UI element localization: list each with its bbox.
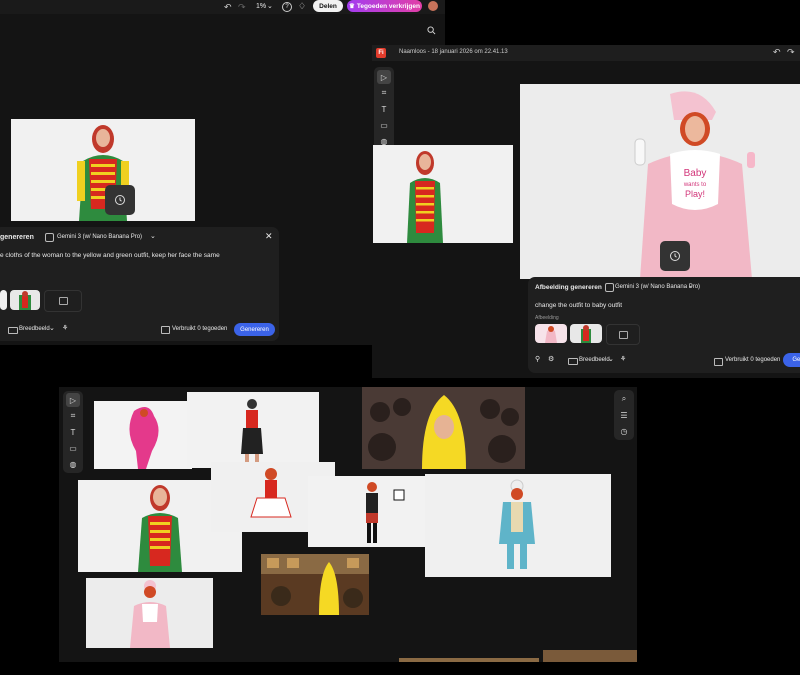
- text-tool-icon[interactable]: T: [377, 102, 391, 116]
- image-blue-suit[interactable]: [425, 474, 611, 577]
- model-icon: [45, 233, 54, 242]
- credits-usage: Verbruikt 0 tegoeden: [172, 326, 228, 332]
- undo-icon[interactable]: ↶: [224, 2, 232, 13]
- add-image-slot[interactable]: [606, 324, 640, 345]
- prompt-text[interactable]: e cloths of the woman to the yellow and …: [0, 252, 220, 259]
- image-partial-bottom[interactable]: [543, 650, 637, 662]
- style-icon[interactable]: ⚘: [62, 324, 68, 332]
- history-icon[interactable]: ◷: [617, 424, 631, 438]
- fill-tool-icon[interactable]: ◍: [66, 457, 80, 471]
- credits-icon: [161, 326, 170, 334]
- select-tool-icon[interactable]: ▷: [66, 393, 80, 407]
- crown-icon: ♛: [349, 3, 355, 10]
- image-green-outfit[interactable]: [11, 119, 195, 221]
- credits-icon: [714, 358, 723, 366]
- bib-text-3: Play!: [685, 189, 705, 199]
- top-toolbar: ↶ ↷ 1% ⌄ ? ♢ Delen ♛ Tegoeden verkrijgen: [0, 0, 445, 14]
- zoom-level[interactable]: 1%: [256, 3, 266, 10]
- shape-tool-icon[interactable]: ▭: [66, 441, 80, 455]
- style-icon[interactable]: ⚘: [620, 355, 626, 363]
- generate-panel-1: genereren Gemini 3 (w/ Nano Banana Pro) …: [0, 227, 279, 341]
- share-button[interactable]: Delen: [313, 0, 343, 12]
- crop-tool-icon[interactable]: ⌗: [66, 409, 80, 423]
- credits-usage: Verbruikt 0 tegoeden: [725, 357, 781, 363]
- image-green-outfit-2[interactable]: [373, 145, 513, 243]
- panel-title: Afbeelding genereren: [535, 284, 602, 291]
- app-logo-icon[interactable]: Fi: [376, 48, 386, 58]
- avatar[interactable]: [428, 1, 438, 11]
- image-sailor[interactable]: [187, 392, 319, 468]
- lightbulb-icon[interactable]: ♢: [298, 1, 306, 12]
- chevron-down-icon[interactable]: ⌄: [608, 355, 614, 363]
- image-partial-bottom-2[interactable]: [399, 658, 539, 662]
- generate-panel-2: Afbeelding genereren Gemini 3 (w/ Nano B…: [528, 277, 800, 373]
- tool-palette: ▷ ⌗ T ▭ ◍: [374, 67, 394, 151]
- image-racing-outfit[interactable]: [308, 476, 436, 547]
- image-label: Afbeelding: [535, 315, 559, 321]
- shape-tool-icon[interactable]: ▭: [377, 118, 391, 132]
- settings-icon[interactable]: ⚙: [548, 355, 554, 363]
- aspect-icon: [568, 358, 578, 365]
- close-icon[interactable]: ✕: [265, 231, 273, 242]
- chevron-down-icon[interactable]: ⌄: [267, 2, 273, 10]
- select-tool-icon[interactable]: ▷: [377, 70, 391, 84]
- link-icon[interactable]: ⚲: [535, 355, 540, 363]
- aspect-icon: [8, 327, 18, 334]
- right-tool-palette: ⌕ ☰ ◷: [614, 390, 634, 440]
- aspect-selector[interactable]: Breedbeeld: [19, 326, 50, 332]
- window-editor-2: Fi Naamloos - 18 januari 2026 om 22.41.1…: [372, 45, 800, 378]
- reference-thumb-baby[interactable]: [535, 324, 567, 343]
- chevron-down-icon[interactable]: ⌄: [688, 282, 694, 290]
- image-flamingo[interactable]: [94, 401, 192, 469]
- get-credits-label: Tegoeden verkrijgen: [356, 2, 420, 10]
- generate-button[interactable]: Gen: [783, 353, 800, 367]
- image-banana-bar[interactable]: [261, 554, 369, 615]
- chevron-down-icon[interactable]: ⌄: [49, 324, 55, 332]
- tool-palette: ▷ ⌗ T ▭ ◍: [63, 391, 83, 473]
- image-baby-outfit-2[interactable]: [86, 578, 213, 648]
- history-button[interactable]: [105, 185, 135, 215]
- search-icon[interactable]: [424, 23, 438, 37]
- add-image-slot[interactable]: [44, 290, 82, 312]
- redo-icon[interactable]: ↷: [238, 2, 246, 13]
- generate-button[interactable]: Genereren: [234, 323, 275, 336]
- reference-thumb-2[interactable]: [10, 290, 40, 310]
- chevron-down-icon[interactable]: ⌄: [150, 232, 156, 240]
- get-credits-button[interactable]: ♛ Tegoeden verkrijgen: [347, 0, 422, 12]
- image-icon: [59, 297, 68, 305]
- history-button-2[interactable]: [660, 241, 690, 271]
- aspect-selector[interactable]: Breedbeeld: [579, 357, 610, 363]
- redo-icon[interactable]: ↷: [787, 47, 795, 58]
- document-title[interactable]: Naamloos - 18 januari 2026 om 22.41.13: [399, 49, 508, 55]
- reference-thumb-green[interactable]: [570, 324, 602, 343]
- bib-text-2: wants to: [683, 182, 707, 188]
- search-icon[interactable]: ⌕: [617, 392, 631, 406]
- help-icon[interactable]: ?: [282, 2, 292, 12]
- reference-thumb-1[interactable]: [0, 290, 7, 310]
- model-selector[interactable]: Gemini 3 (w/ Nano Banana Pro): [57, 234, 142, 240]
- crop-tool-icon[interactable]: ⌗: [377, 86, 391, 100]
- panel-title: genereren: [0, 234, 34, 241]
- header-bar: Fi Naamloos - 18 januari 2026 om 22.41.1…: [372, 45, 800, 61]
- bib-text-1: Baby: [684, 168, 707, 179]
- image-icon: [619, 331, 628, 339]
- image-banana-crowd[interactable]: [362, 387, 525, 469]
- sliders-icon[interactable]: ☰: [617, 408, 631, 422]
- prompt-text[interactable]: change the outfit to baby outfit: [535, 302, 622, 309]
- text-tool-icon[interactable]: T: [66, 425, 80, 439]
- window-canvas-3: ▷ ⌗ T ▭ ◍ ⌕ ☰ ◷: [59, 387, 637, 662]
- model-icon: [605, 283, 614, 292]
- undo-icon[interactable]: ↶: [773, 47, 781, 58]
